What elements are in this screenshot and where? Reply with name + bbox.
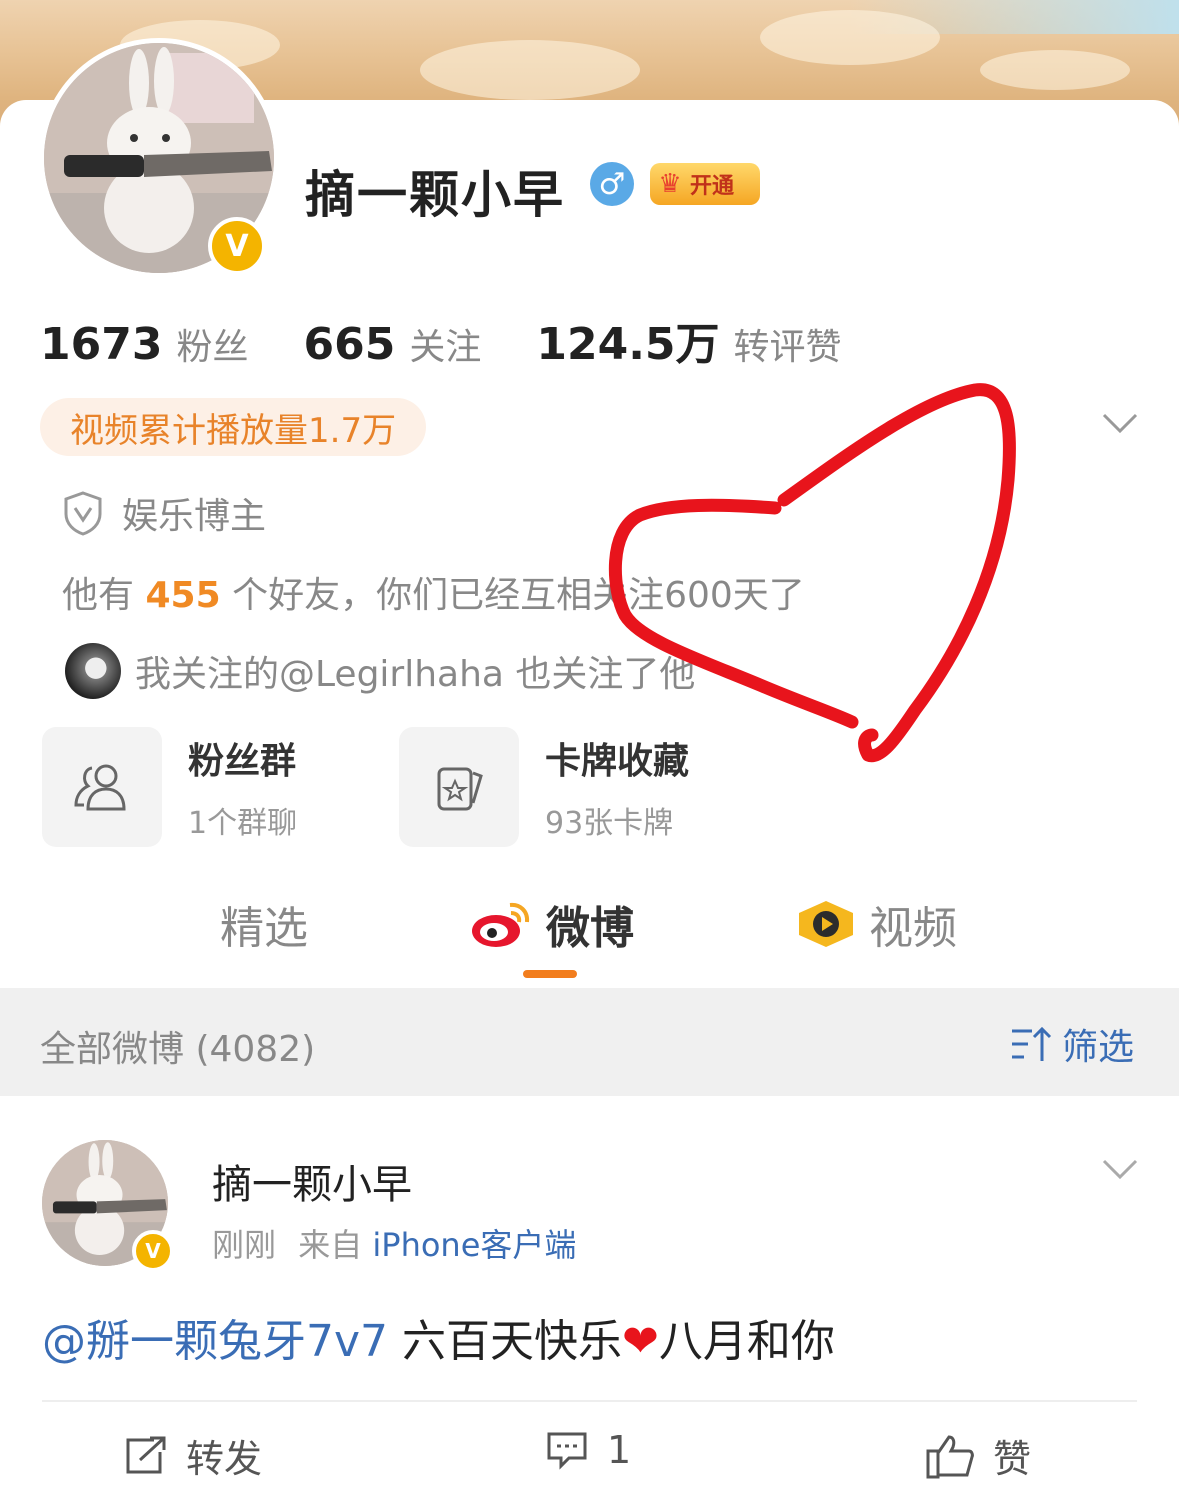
stat-value: 124.5万 xyxy=(536,319,720,370)
expand-chevron-down-icon[interactable] xyxy=(1102,412,1138,438)
gender-symbol: ♂ xyxy=(598,166,626,202)
banner-sand-spot xyxy=(760,10,940,65)
stat-interactions[interactable]: 124.5万 转评赞 xyxy=(536,308,841,372)
fan-group-icon-box xyxy=(42,727,162,847)
comment-button[interactable]: 1 xyxy=(545,1428,631,1472)
verified-v-badge: V xyxy=(208,217,266,275)
vip-open-button[interactable]: ♛ 开通 xyxy=(650,163,760,205)
creator-tag-label: 娱乐博主 xyxy=(122,496,267,537)
stat-label: 转评赞 xyxy=(733,327,842,368)
comment-count: 1 xyxy=(607,1428,632,1472)
profile-username: 摘一颗小早 xyxy=(305,166,565,224)
stat-value: 665 xyxy=(303,319,396,370)
card-collection-tile[interactable]: 卡牌收藏 93张卡牌 xyxy=(399,727,689,847)
repost-label: 转发 xyxy=(186,1437,263,1481)
fan-group-tile[interactable]: 粉丝群 1个群聊 xyxy=(42,727,297,847)
heart-emoji: ❤ xyxy=(622,1316,659,1367)
card-collection-icon-box xyxy=(399,727,519,847)
thumbs-up-icon xyxy=(926,1434,974,1478)
mutual-avatar xyxy=(65,643,121,699)
video-plays-pill[interactable]: 视频累计播放量1.7万 xyxy=(40,398,427,456)
weibo-filter-bar: 全部微博 (4082) 筛选 xyxy=(0,988,1179,1096)
weibo-logo-icon xyxy=(472,902,530,947)
vip-open-label: 开通 xyxy=(690,174,735,199)
friends-summary: 他有 455 个好友，你们已经互相关注600天了 xyxy=(62,566,805,618)
filter-button[interactable]: 筛选 xyxy=(1010,1018,1134,1070)
tab-featured-label: 精选 xyxy=(220,903,308,954)
post-verified-v-badge: V xyxy=(132,1230,174,1272)
post-menu-chevron-down-icon[interactable] xyxy=(1102,1158,1138,1184)
filter-sort-icon xyxy=(1011,1026,1052,1061)
shield-v-icon xyxy=(64,491,102,536)
gender-male-icon: ♂ xyxy=(590,162,634,206)
active-tab-indicator xyxy=(523,970,577,978)
stat-following[interactable]: 665 关注 xyxy=(303,318,481,370)
friends-count: 455 xyxy=(145,575,221,616)
banner-sand-spot xyxy=(980,50,1130,90)
fan-group-title: 粉丝群 xyxy=(188,741,297,782)
verified-badge-text: V xyxy=(225,228,249,264)
people-group-icon xyxy=(74,764,126,811)
tab-weibo[interactable]: 微博 xyxy=(470,892,634,956)
post-meta: 刚刚 来自 iPhone客户端 xyxy=(212,1220,576,1266)
tab-video-label: 视频 xyxy=(869,903,957,954)
post-divider xyxy=(42,1400,1137,1402)
creator-tag[interactable]: 娱乐博主 xyxy=(62,487,266,539)
all-weibo-count: 全部微博 (4082) xyxy=(40,1029,316,1070)
like-label: 赞 xyxy=(993,1437,1032,1481)
post-mention[interactable]: @掰一颗兔牙7v7 xyxy=(42,1316,388,1367)
tab-featured[interactable]: 精选 xyxy=(220,892,308,956)
like-button[interactable]: 赞 xyxy=(925,1428,1031,1483)
tab-video[interactable]: 视频 xyxy=(795,892,957,956)
card-star-icon xyxy=(437,767,483,811)
stat-label: 粉丝 xyxy=(176,327,249,368)
profile-stats: 1673 粉丝 665 关注 124.5万 转评赞 xyxy=(40,308,897,372)
post-text: @掰一颗兔牙7v7 六百天快乐❤八月和你 xyxy=(42,1305,835,1369)
stat-label: 关注 xyxy=(409,327,482,368)
friends-pre: 他有 xyxy=(62,575,135,616)
fan-group-sub: 1个群聊 xyxy=(188,806,298,841)
post-author-name[interactable]: 摘一颗小早 xyxy=(212,1152,412,1210)
video-play-icon xyxy=(799,901,853,947)
card-collection-sub: 93张卡牌 xyxy=(545,806,674,841)
friends-post: 个好友，你们已经互相关注600天了 xyxy=(232,575,805,616)
repost-button[interactable]: 转发 xyxy=(124,1428,262,1483)
profile-tabs: 精选 微博 视频 xyxy=(0,880,1179,980)
card-collection-title: 卡牌收藏 xyxy=(545,741,690,782)
mutual-follow-row[interactable]: 我关注的@Legirlhaha 也关注了他 xyxy=(65,643,695,699)
stat-value: 1673 xyxy=(40,319,163,370)
tab-weibo-label: 微博 xyxy=(546,903,634,954)
filter-label: 筛选 xyxy=(1061,1027,1134,1068)
banner-sand-spot xyxy=(420,40,640,100)
stat-followers[interactable]: 1673 粉丝 xyxy=(40,318,248,370)
comment-bubble-icon xyxy=(547,1432,587,1470)
post-time: 刚刚 xyxy=(212,1226,277,1264)
verified-badge-text: V xyxy=(145,1239,161,1263)
post-body-text-2: 八月和你 xyxy=(658,1316,835,1367)
crown-icon: ♛ xyxy=(658,169,682,199)
post-from: 来自 xyxy=(298,1226,363,1264)
share-arrow-icon xyxy=(126,1436,166,1473)
post-body-text: 六百天快乐 xyxy=(388,1316,623,1367)
mutual-follow-text: 我关注的@Legirlhaha 也关注了他 xyxy=(135,654,696,695)
post-source[interactable]: iPhone客户端 xyxy=(372,1226,576,1264)
